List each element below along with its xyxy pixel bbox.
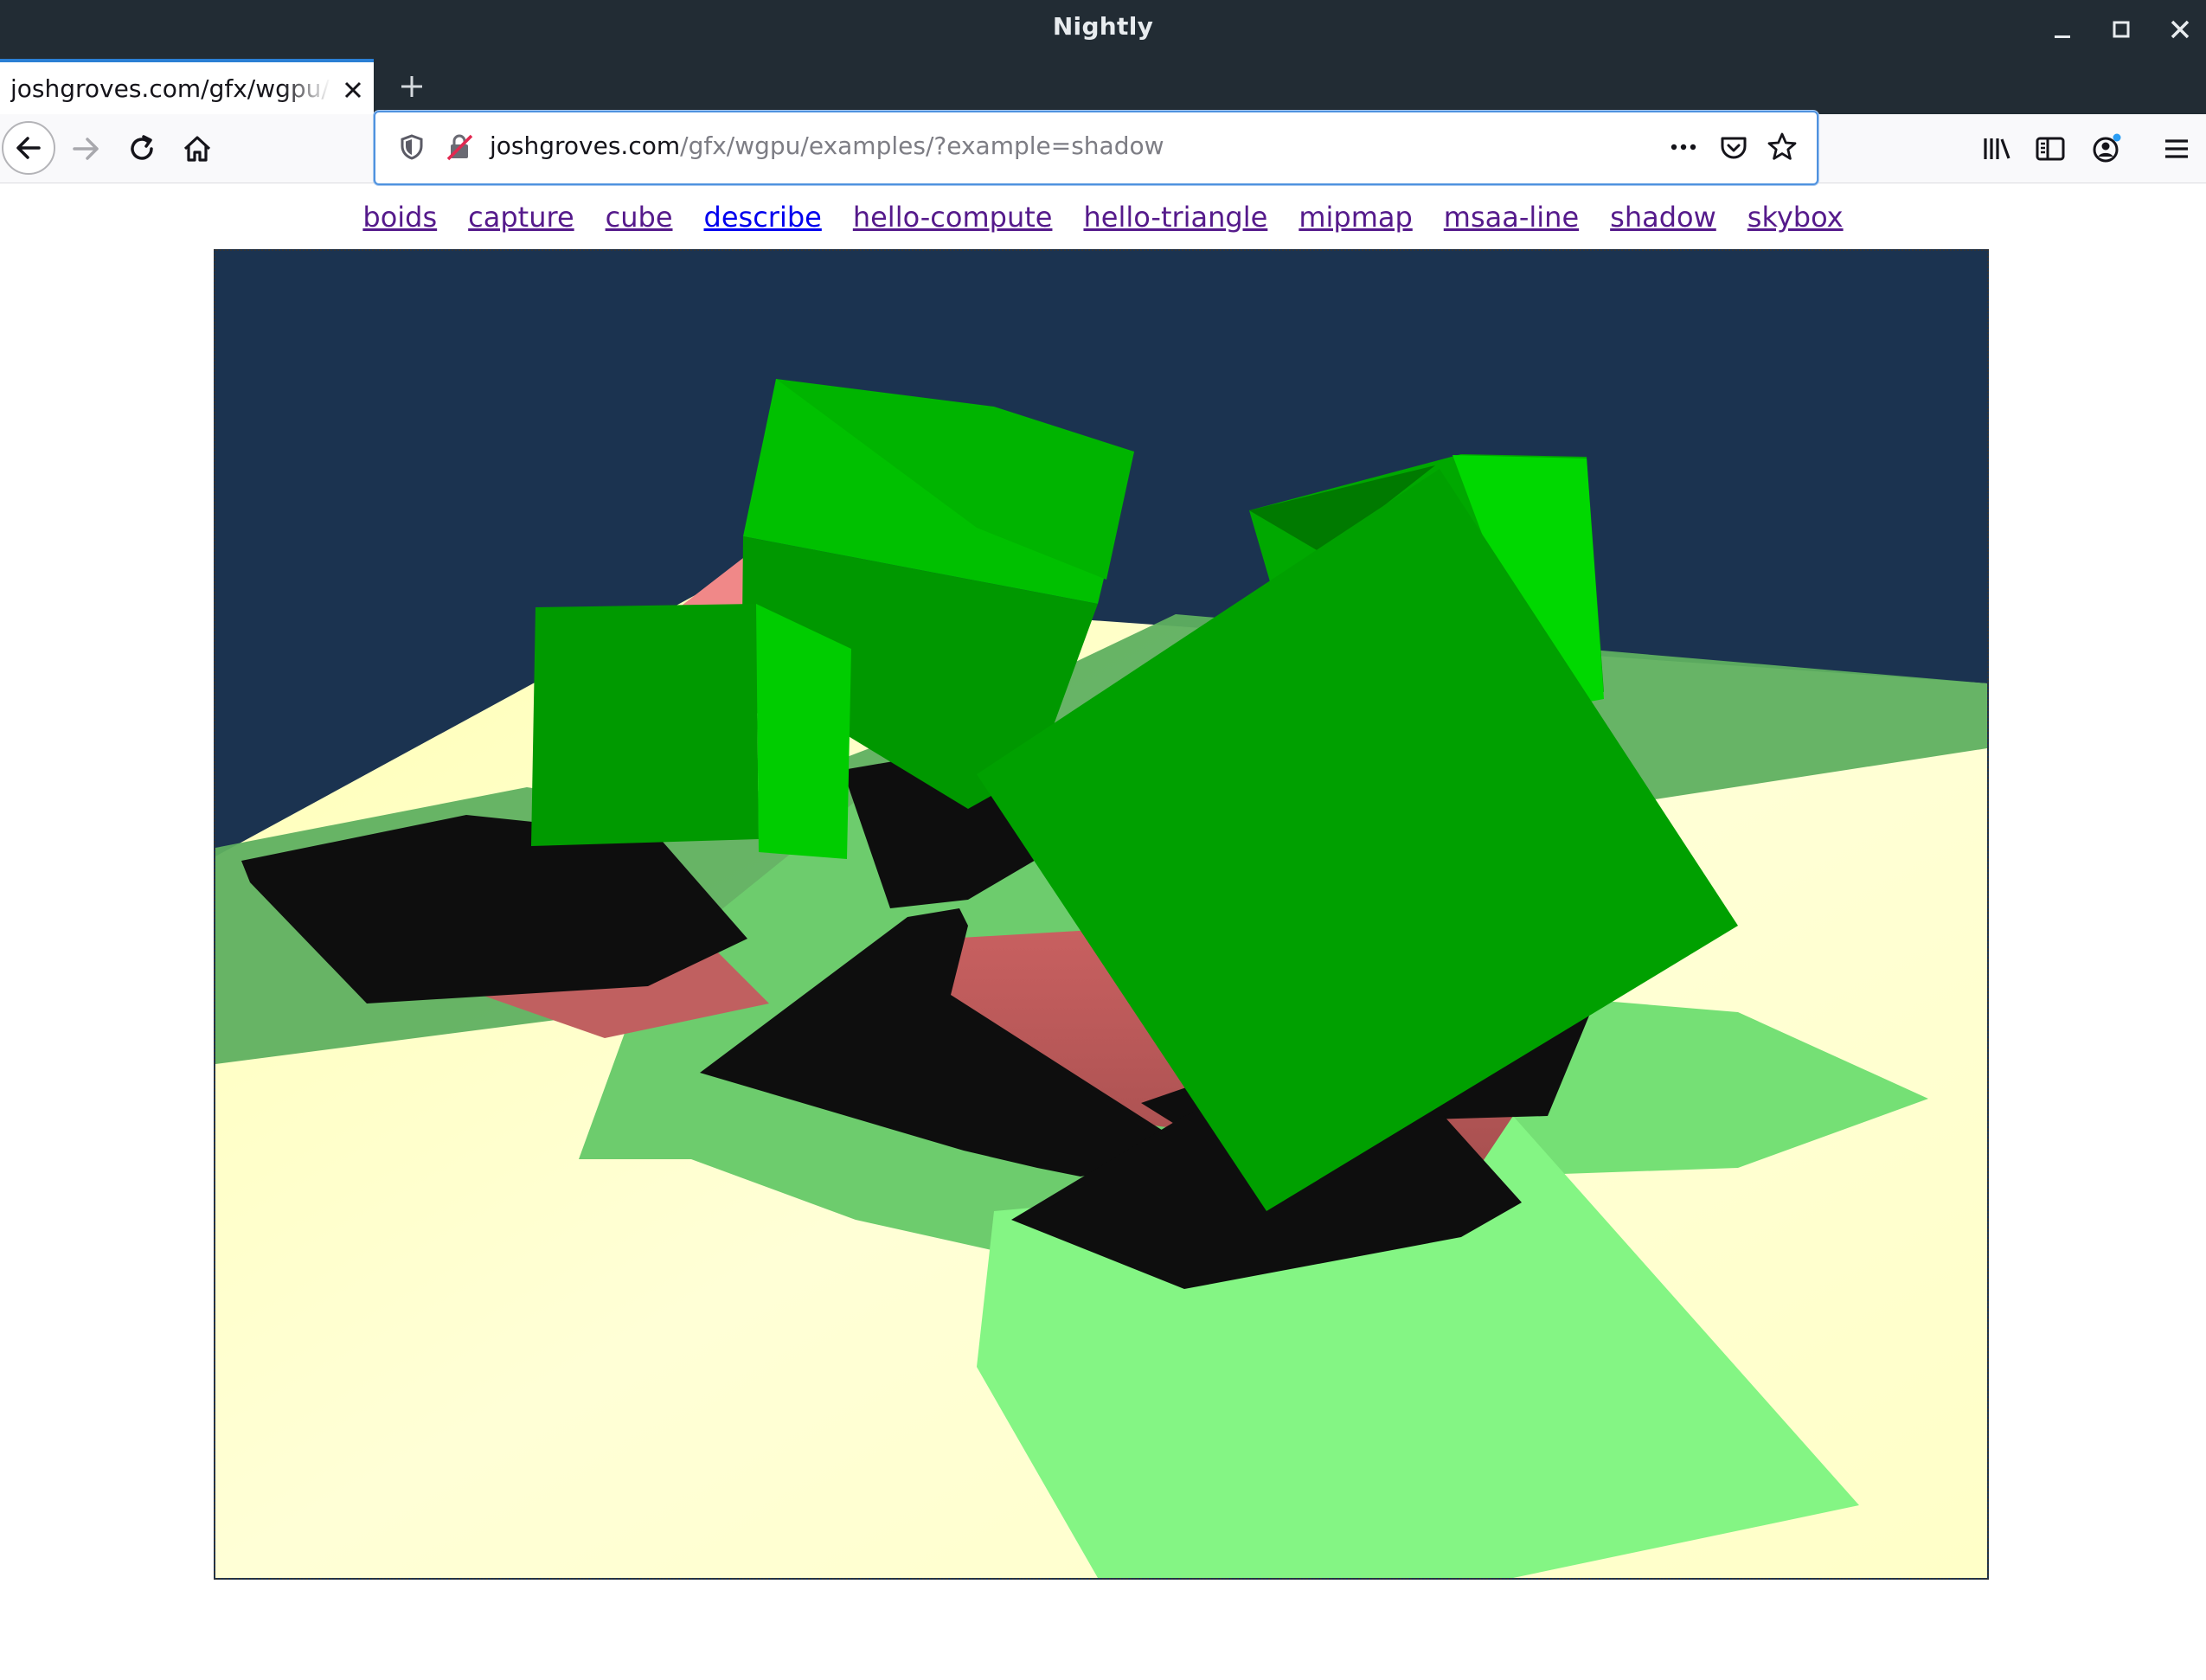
cube-left-front-face: [531, 604, 759, 846]
example-link-skybox[interactable]: skybox: [1747, 201, 1844, 234]
minimize-icon[interactable]: [2045, 12, 2080, 47]
back-arrow-icon[interactable]: [2, 121, 55, 175]
example-link-cube[interactable]: cube: [606, 201, 673, 234]
home-icon[interactable]: [178, 130, 216, 168]
render-canvas[interactable]: [214, 249, 1989, 1580]
example-links: boids capture cube describe hello-compute hel…: [0, 201, 2206, 234]
example-link-msaa-line[interactable]: msaa-line: [1444, 201, 1579, 234]
example-link-hello-compute[interactable]: hello-compute: [853, 201, 1053, 234]
tab-title: joshgroves.com/gfx/wgpu/examples/?exampl…: [10, 74, 330, 103]
tracking-protection-shield-icon[interactable]: [394, 130, 429, 164]
bookmark-star-icon[interactable]: [1765, 130, 1799, 164]
tab-close-icon[interactable]: [337, 74, 369, 106]
maximize-icon[interactable]: [2104, 12, 2139, 47]
url-text[interactable]: joshgroves.com/gfx/wgpu/examples/?exampl…: [490, 131, 1164, 160]
example-link-mipmap[interactable]: mipmap: [1299, 201, 1412, 234]
example-link-shadow[interactable]: shadow: [1610, 201, 1716, 234]
account-icon[interactable]: [2087, 130, 2125, 168]
window-titlebar: Nightly: [0, 0, 2206, 59]
tab-shadow-example[interactable]: joshgroves.com/gfx/wgpu/examples/?exampl…: [0, 59, 374, 114]
sidebar-icon[interactable]: [2031, 130, 2069, 168]
insecure-lock-icon[interactable]: [443, 130, 478, 164]
window-title: Nightly: [1052, 12, 1154, 41]
example-link-describe[interactable]: describe: [704, 201, 822, 234]
example-link-boids[interactable]: boids: [362, 201, 437, 234]
hamburger-menu-icon[interactable]: [2158, 130, 2196, 168]
forward-arrow-icon[interactable]: [67, 130, 106, 168]
tab-strip: joshgroves.com/gfx/wgpu/examples/?exampl…: [0, 59, 2206, 114]
page-actions-more-icon[interactable]: [1666, 130, 1701, 164]
close-icon[interactable]: [2163, 12, 2197, 47]
new-tab-plus-icon[interactable]: [396, 71, 427, 102]
url-path: /gfx/wgpu/examples/?example=shadow: [680, 131, 1164, 160]
address-bar[interactable]: joshgroves.com/gfx/wgpu/examples/?exampl…: [374, 111, 1818, 185]
pocket-icon[interactable]: [1716, 130, 1751, 164]
url-domain: joshgroves.com: [490, 131, 681, 160]
reload-icon[interactable]: [123, 130, 161, 168]
library-icon[interactable]: [1978, 130, 2016, 168]
example-link-hello-triangle[interactable]: hello-triangle: [1083, 201, 1267, 234]
shadow-scene: [215, 251, 1987, 1578]
cube-left-side-face: [756, 604, 851, 859]
example-link-capture[interactable]: capture: [468, 201, 574, 234]
